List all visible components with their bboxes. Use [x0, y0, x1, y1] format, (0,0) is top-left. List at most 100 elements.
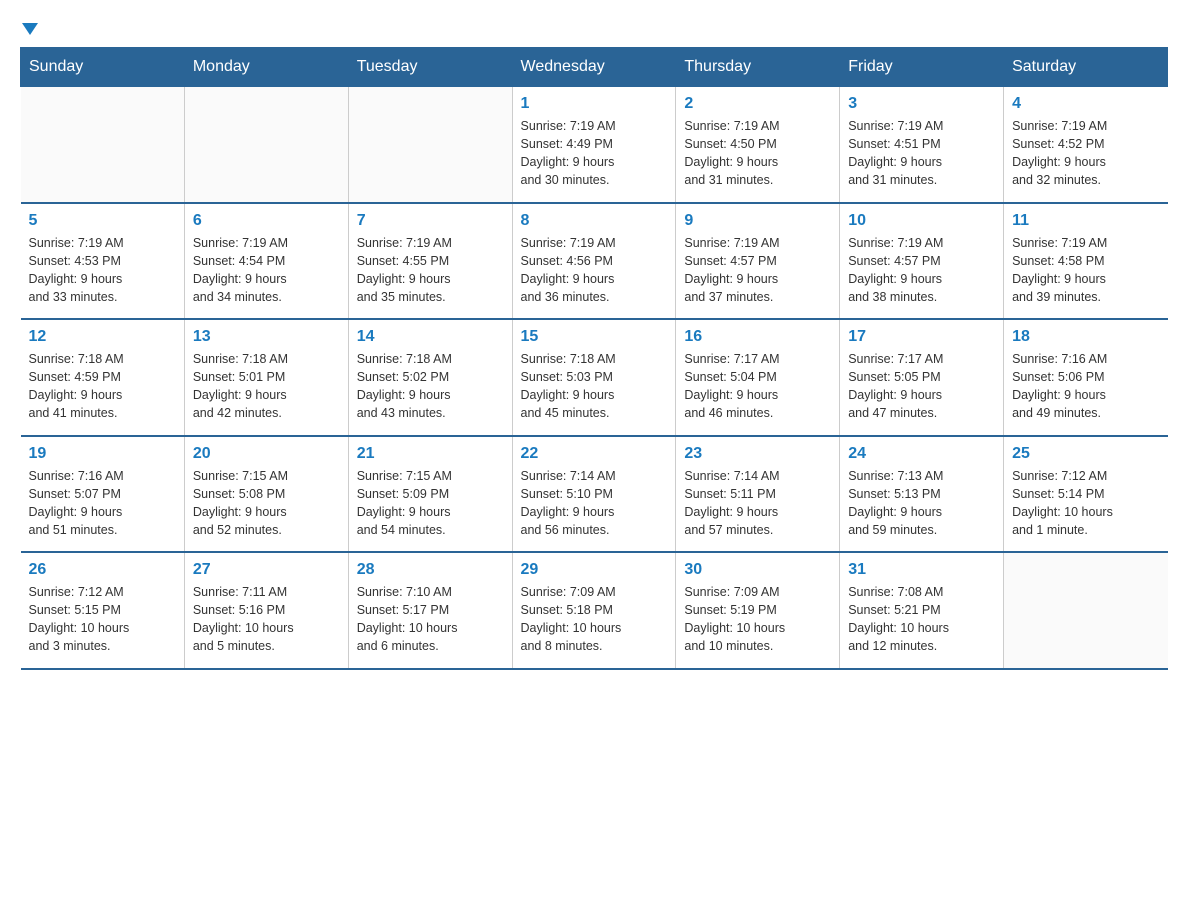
day-info: Sunrise: 7:18 AM Sunset: 5:01 PM Dayligh…: [193, 350, 340, 423]
calendar-table: SundayMondayTuesdayWednesdayThursdayFrid…: [20, 47, 1168, 670]
calendar-cell: 30 Sunrise: 7:09 AM Sunset: 5:19 PM Dayli…: [676, 552, 840, 669]
calendar-cell: 9Sunrise: 7:19 AM Sunset: 4:57 PM Daylig…: [676, 203, 840, 320]
day-number: 10: [848, 212, 995, 230]
calendar-cell: [184, 87, 348, 203]
day-info: Sunrise: 7:08 AM Sunset: 5:21 PM Dayligh…: [848, 583, 995, 656]
day-number: 31: [848, 561, 995, 579]
day-info: Sunrise: 7:10 AM Sunset: 5:17 PM Dayligh…: [357, 583, 504, 656]
day-info: Sunrise: 7:18 AM Sunset: 5:02 PM Dayligh…: [357, 350, 504, 423]
calendar-cell: 29 Sunrise: 7:09 AM Sunset: 5:18 PM Dayli…: [512, 552, 676, 669]
day-number: 15: [521, 328, 668, 346]
day-number: 12: [29, 328, 176, 346]
calendar-cell: 1Sunrise: 7:19 AM Sunset: 4:49 PM Daylig…: [512, 87, 676, 203]
calendar-week-row: 26 Sunrise: 7:12 AM Sunset: 5:15 PM Dayli…: [21, 552, 1168, 669]
day-number: 3: [848, 95, 995, 113]
day-info: Sunrise: 7:09 AM Sunset: 5:18 PM Dayligh…: [521, 583, 668, 656]
day-info: Sunrise: 7:16 AM Sunset: 5:07 PM Dayligh…: [29, 467, 176, 540]
day-info: Sunrise: 7:19 AM Sunset: 4:49 PM Dayligh…: [521, 117, 668, 190]
calendar-cell: 27 Sunrise: 7:11 AM Sunset: 5:16 PM Dayli…: [184, 552, 348, 669]
calendar-week-row: 12 Sunrise: 7:18 AM Sunset: 4:59 PM Dayli…: [21, 319, 1168, 436]
calendar-cell: 22Sunrise: 7:14 AM Sunset: 5:10 PM Dayli…: [512, 436, 676, 553]
day-info: Sunrise: 7:15 AM Sunset: 5:09 PM Dayligh…: [357, 467, 504, 540]
weekday-header-sunday: Sunday: [21, 48, 185, 87]
calendar-cell: 6 Sunrise: 7:19 AM Sunset: 4:54 PM Daylig…: [184, 203, 348, 320]
calendar-cell: 7 Sunrise: 7:19 AM Sunset: 4:55 PM Daylig…: [348, 203, 512, 320]
day-info: Sunrise: 7:18 AM Sunset: 5:03 PM Dayligh…: [521, 350, 668, 423]
day-info: Sunrise: 7:19 AM Sunset: 4:51 PM Dayligh…: [848, 117, 995, 190]
calendar-cell: 26 Sunrise: 7:12 AM Sunset: 5:15 PM Dayli…: [21, 552, 185, 669]
day-info: Sunrise: 7:09 AM Sunset: 5:19 PM Dayligh…: [684, 583, 831, 656]
day-info: Sunrise: 7:14 AM Sunset: 5:11 PM Dayligh…: [684, 467, 831, 540]
calendar-cell: [1004, 552, 1168, 669]
calendar-cell: 23 Sunrise: 7:14 AM Sunset: 5:11 PM Dayli…: [676, 436, 840, 553]
calendar-cell: 18 Sunrise: 7:16 AM Sunset: 5:06 PM Dayli…: [1004, 319, 1168, 436]
calendar-cell: 31 Sunrise: 7:08 AM Sunset: 5:21 PM Dayli…: [840, 552, 1004, 669]
calendar-cell: 28 Sunrise: 7:10 AM Sunset: 5:17 PM Dayli…: [348, 552, 512, 669]
day-info: Sunrise: 7:16 AM Sunset: 5:06 PM Dayligh…: [1012, 350, 1159, 423]
day-number: 17: [848, 328, 995, 346]
day-info: Sunrise: 7:19 AM Sunset: 4:50 PM Dayligh…: [684, 117, 831, 190]
day-number: 11: [1012, 212, 1159, 230]
calendar-week-row: 1Sunrise: 7:19 AM Sunset: 4:49 PM Daylig…: [21, 87, 1168, 203]
day-number: 29: [521, 561, 668, 579]
calendar-week-row: 19 Sunrise: 7:16 AM Sunset: 5:07 PM Dayli…: [21, 436, 1168, 553]
calendar-cell: 10 Sunrise: 7:19 AM Sunset: 4:57 PM Dayli…: [840, 203, 1004, 320]
day-number: 25: [1012, 445, 1159, 463]
day-number: 28: [357, 561, 504, 579]
day-number: 9: [684, 212, 831, 230]
day-info: Sunrise: 7:19 AM Sunset: 4:56 PM Dayligh…: [521, 234, 668, 307]
day-info: Sunrise: 7:19 AM Sunset: 4:54 PM Dayligh…: [193, 234, 340, 307]
calendar-cell: 4 Sunrise: 7:19 AM Sunset: 4:52 PM Daylig…: [1004, 87, 1168, 203]
day-info: Sunrise: 7:13 AM Sunset: 5:13 PM Dayligh…: [848, 467, 995, 540]
day-number: 26: [29, 561, 176, 579]
weekday-header-row: SundayMondayTuesdayWednesdayThursdayFrid…: [21, 48, 1168, 87]
day-info: Sunrise: 7:12 AM Sunset: 5:15 PM Dayligh…: [29, 583, 176, 656]
day-info: Sunrise: 7:12 AM Sunset: 5:14 PM Dayligh…: [1012, 467, 1159, 540]
header: [20, 20, 1168, 37]
weekday-header-tuesday: Tuesday: [348, 48, 512, 87]
calendar-cell: [21, 87, 185, 203]
calendar-cell: [348, 87, 512, 203]
day-number: 8: [521, 212, 668, 230]
calendar-cell: 15 Sunrise: 7:18 AM Sunset: 5:03 PM Dayli…: [512, 319, 676, 436]
day-number: 13: [193, 328, 340, 346]
calendar-cell: 25 Sunrise: 7:12 AM Sunset: 5:14 PM Dayli…: [1004, 436, 1168, 553]
calendar-cell: 13 Sunrise: 7:18 AM Sunset: 5:01 PM Dayli…: [184, 319, 348, 436]
day-number: 14: [357, 328, 504, 346]
day-info: Sunrise: 7:19 AM Sunset: 4:55 PM Dayligh…: [357, 234, 504, 307]
day-info: Sunrise: 7:19 AM Sunset: 4:58 PM Dayligh…: [1012, 234, 1159, 307]
day-info: Sunrise: 7:17 AM Sunset: 5:04 PM Dayligh…: [684, 350, 831, 423]
day-number: 30: [684, 561, 831, 579]
day-info: Sunrise: 7:15 AM Sunset: 5:08 PM Dayligh…: [193, 467, 340, 540]
calendar-cell: 17Sunrise: 7:17 AM Sunset: 5:05 PM Dayli…: [840, 319, 1004, 436]
weekday-header-wednesday: Wednesday: [512, 48, 676, 87]
calendar-cell: 24Sunrise: 7:13 AM Sunset: 5:13 PM Dayli…: [840, 436, 1004, 553]
day-number: 23: [684, 445, 831, 463]
day-number: 27: [193, 561, 340, 579]
day-number: 7: [357, 212, 504, 230]
calendar-week-row: 5Sunrise: 7:19 AM Sunset: 4:53 PM Daylig…: [21, 203, 1168, 320]
day-number: 20: [193, 445, 340, 463]
day-info: Sunrise: 7:18 AM Sunset: 4:59 PM Dayligh…: [29, 350, 176, 423]
calendar-cell: 21 Sunrise: 7:15 AM Sunset: 5:09 PM Dayli…: [348, 436, 512, 553]
day-number: 2: [684, 95, 831, 113]
logo: [20, 20, 42, 37]
day-number: 6: [193, 212, 340, 230]
calendar-cell: 20 Sunrise: 7:15 AM Sunset: 5:08 PM Dayli…: [184, 436, 348, 553]
calendar-cell: 12 Sunrise: 7:18 AM Sunset: 4:59 PM Dayli…: [21, 319, 185, 436]
day-number: 19: [29, 445, 176, 463]
day-number: 4: [1012, 95, 1159, 113]
calendar-cell: 3 Sunrise: 7:19 AM Sunset: 4:51 PM Daylig…: [840, 87, 1004, 203]
calendar-cell: 8 Sunrise: 7:19 AM Sunset: 4:56 PM Daylig…: [512, 203, 676, 320]
day-info: Sunrise: 7:11 AM Sunset: 5:16 PM Dayligh…: [193, 583, 340, 656]
day-info: Sunrise: 7:19 AM Sunset: 4:52 PM Dayligh…: [1012, 117, 1159, 190]
day-number: 22: [521, 445, 668, 463]
day-number: 16: [684, 328, 831, 346]
weekday-header-saturday: Saturday: [1004, 48, 1168, 87]
calendar-cell: 11 Sunrise: 7:19 AM Sunset: 4:58 PM Dayli…: [1004, 203, 1168, 320]
weekday-header-friday: Friday: [840, 48, 1004, 87]
day-info: Sunrise: 7:19 AM Sunset: 4:57 PM Dayligh…: [848, 234, 995, 307]
logo-triangle-icon: [22, 23, 38, 35]
day-number: 18: [1012, 328, 1159, 346]
day-number: 21: [357, 445, 504, 463]
